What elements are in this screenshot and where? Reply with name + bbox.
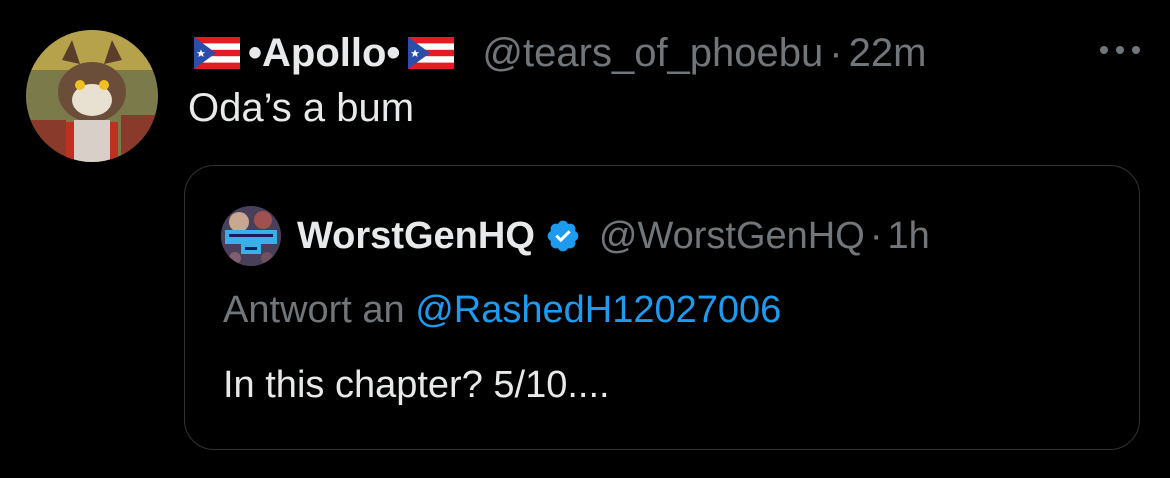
quoted-header-separator: · — [869, 214, 883, 257]
reply-mention-link[interactable]: @RashedH12027006 — [415, 289, 781, 331]
author-name-text: •Apollo• — [248, 30, 401, 75]
tweet-timestamp[interactable]: 22m — [849, 31, 927, 76]
puerto-rico-flag-icon — [408, 37, 455, 69]
cartoon-character-avatar-icon — [26, 30, 158, 162]
quoted-tweet[interactable]: WorstGenHQ @WorstGenHQ · 1h Antwort an @… — [184, 165, 1140, 450]
quoted-tweet-header: WorstGenHQ @WorstGenHQ · 1h — [221, 206, 930, 266]
quoted-author-display-name[interactable]: WorstGenHQ — [297, 215, 535, 258]
quoted-tweet-text: In this chapter? 5/10.... — [223, 364, 610, 406]
tweet-text: Oda’s a bum — [188, 86, 415, 130]
tweet[interactable]: •Apollo• @tears_of_phoebu · 22m Oda’s a … — [0, 0, 1170, 478]
author-display-name[interactable]: •Apollo• — [188, 31, 460, 76]
author-handle[interactable]: @tears_of_phoebu — [482, 31, 823, 76]
reply-context: Antwort an @RashedH12027006 — [223, 289, 781, 332]
header-separator: · — [829, 30, 843, 75]
reply-prefix: Antwort an — [223, 289, 405, 331]
quoted-author-handle[interactable]: @WorstGenHQ — [599, 215, 865, 258]
puerto-rico-flag-icon — [194, 37, 240, 69]
worstgen-logo-avatar-icon — [221, 206, 281, 266]
quoted-author-avatar[interactable] — [221, 206, 281, 266]
more-horizontal-icon[interactable] — [1100, 40, 1140, 60]
quoted-tweet-timestamp[interactable]: 1h — [887, 215, 929, 258]
tweet-header: •Apollo• @tears_of_phoebu · 22m — [188, 26, 926, 80]
author-avatar[interactable] — [26, 30, 158, 162]
verified-badge-icon — [545, 218, 581, 254]
